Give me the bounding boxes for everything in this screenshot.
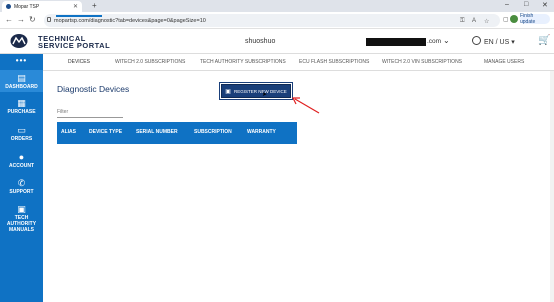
- sidebar-item-label: SUPPORT: [9, 189, 34, 195]
- address-url: mopartsp.com/diagnostic?tab=devices&page…: [54, 17, 206, 24]
- sidebar-item-dashboard[interactable]: ▤ DASHBOARD: [0, 70, 43, 92]
- sidebar-item-label: ORDERS: [10, 136, 33, 142]
- address-bar[interactable]: mopartsp.com/diagnostic?tab=devices&page…: [44, 14, 500, 27]
- orders-icon: ▭: [17, 125, 26, 135]
- column-alias[interactable]: ALIAS: [61, 129, 76, 135]
- tab-ecu-flash-subscriptions[interactable]: ECU FLASH SUBSCRIPTIONS: [299, 59, 369, 65]
- tab-devices[interactable]: DEVICES: [68, 59, 90, 65]
- sidebar-more-icon[interactable]: •••: [0, 56, 43, 65]
- browser-tab[interactable]: Mopar TSP ✕: [2, 1, 82, 12]
- support-icon: ✆: [17, 178, 26, 188]
- column-subscription[interactable]: SUBSCRIPTION: [194, 129, 232, 135]
- portal-logo-text: TECHNICAL SERVICE PORTAL: [38, 35, 111, 50]
- sidebar: ••• ▤ DASHBOARD ▦ PURCHASE ▭ ORDERS ● AC…: [0, 54, 43, 302]
- minimize-button[interactable]: –: [505, 1, 509, 8]
- tab-manage-users[interactable]: MANAGE USERS: [484, 59, 524, 65]
- profile-avatar[interactable]: [510, 15, 518, 23]
- register-device-icon: ▣: [225, 88, 231, 95]
- active-tab-indicator: [56, 15, 102, 17]
- mopar-favicon-icon: [6, 4, 11, 9]
- sidebar-item-account[interactable]: ● ACCOUNT: [0, 152, 43, 174]
- page-scrollbar[interactable]: [550, 71, 554, 302]
- account-chevron-down-icon[interactable]: ⌄: [443, 36, 450, 45]
- maximize-button[interactable]: □: [524, 1, 528, 8]
- register-button-label: REGISTER NEW DEVICE: [233, 88, 287, 94]
- language-label: EN / US: [484, 39, 510, 46]
- sidebar-item-tech-authority-manuals[interactable]: ▣ TECH AUTHORITY MANUALS: [0, 204, 43, 240]
- sidebar-item-label: ACCOUNT: [9, 163, 34, 169]
- tab-tech-authority-subscriptions[interactable]: TECH AUTHORITY SUBSCRIPTIONS: [200, 59, 286, 65]
- column-device-type[interactable]: DEVICE TYPE: [89, 129, 122, 135]
- globe-icon[interactable]: [472, 36, 481, 45]
- sidebar-item-label: PURCHASE: [7, 109, 36, 115]
- annotation-arrow-icon: [292, 97, 320, 114]
- tab-witech-vin-subscriptions[interactable]: WITECH 2.0 VIN SUBSCRIPTIONS: [382, 59, 462, 65]
- devices-table-header: ALIAS DEVICE TYPE SERIAL NUMBER SUBSCRIP…: [57, 122, 297, 144]
- sidebar-item-purchase[interactable]: ▦ PURCHASE: [0, 98, 43, 120]
- dashboard-icon: ▤: [17, 73, 26, 83]
- sidebar-item-label: DASHBOARD: [5, 84, 38, 90]
- manuals-icon: ▣: [17, 204, 26, 214]
- page-title: Diagnostic Devices: [57, 84, 130, 94]
- mouse-cursor-icon: ➤: [262, 92, 268, 98]
- email-suffix[interactable]: .com: [427, 38, 441, 45]
- header-username: shuoshuo: [245, 38, 276, 45]
- browser-tab-title: Mopar TSP: [14, 3, 40, 10]
- language-selector[interactable]: EN / US ▾: [484, 38, 515, 46]
- column-serial-number[interactable]: SERIAL NUMBER: [136, 129, 178, 135]
- sidebar-item-support[interactable]: ✆ SUPPORT: [0, 178, 43, 200]
- back-icon[interactable]: ←: [5, 15, 13, 24]
- bookmark-star-icon[interactable]: ☆: [484, 18, 489, 25]
- tab-close-icon[interactable]: ✕: [73, 3, 78, 10]
- mopar-logo-icon[interactable]: [10, 33, 28, 49]
- tab-witech-subscriptions[interactable]: WITECH 2.0 SUBSCRIPTIONS: [115, 59, 185, 65]
- reload-icon[interactable]: ↻: [29, 15, 36, 24]
- account-icon: ●: [18, 152, 25, 162]
- register-new-device-button[interactable]: ▣ REGISTER NEW DEVICE: [221, 84, 291, 98]
- browser-tab-strip: Mopar TSP ✕ + – □ ✕: [0, 0, 554, 12]
- window-close-button[interactable]: ✕: [542, 1, 548, 9]
- finish-update-button[interactable]: Finish update: [520, 13, 550, 25]
- subnav-tabs: DEVICES WITECH 2.0 SUBSCRIPTIONS TECH AU…: [43, 54, 554, 71]
- email-redaction: [366, 38, 426, 46]
- sidebar-item-label-line3: MANUALS: [9, 227, 34, 233]
- lock-icon: [47, 17, 51, 22]
- filter-input[interactable]: Filter: [57, 108, 123, 118]
- new-tab-button[interactable]: +: [92, 1, 97, 10]
- cart-icon[interactable]: 🛒: [538, 35, 550, 46]
- column-warranty[interactable]: WARRANTY: [247, 129, 276, 135]
- purchase-icon: ▦: [17, 98, 26, 108]
- translate-icon[interactable]: A: [472, 18, 476, 24]
- key-icon[interactable]: ⚿: [460, 18, 465, 25]
- logo-line2: SERVICE PORTAL: [38, 41, 111, 50]
- sidebar-item-orders[interactable]: ▭ ORDERS: [0, 125, 43, 147]
- forward-icon[interactable]: →: [17, 15, 25, 24]
- extensions-icon[interactable]: ▢: [503, 16, 509, 23]
- site-header: TECHNICAL SERVICE PORTAL shuoshuo .com ⌄…: [0, 30, 554, 54]
